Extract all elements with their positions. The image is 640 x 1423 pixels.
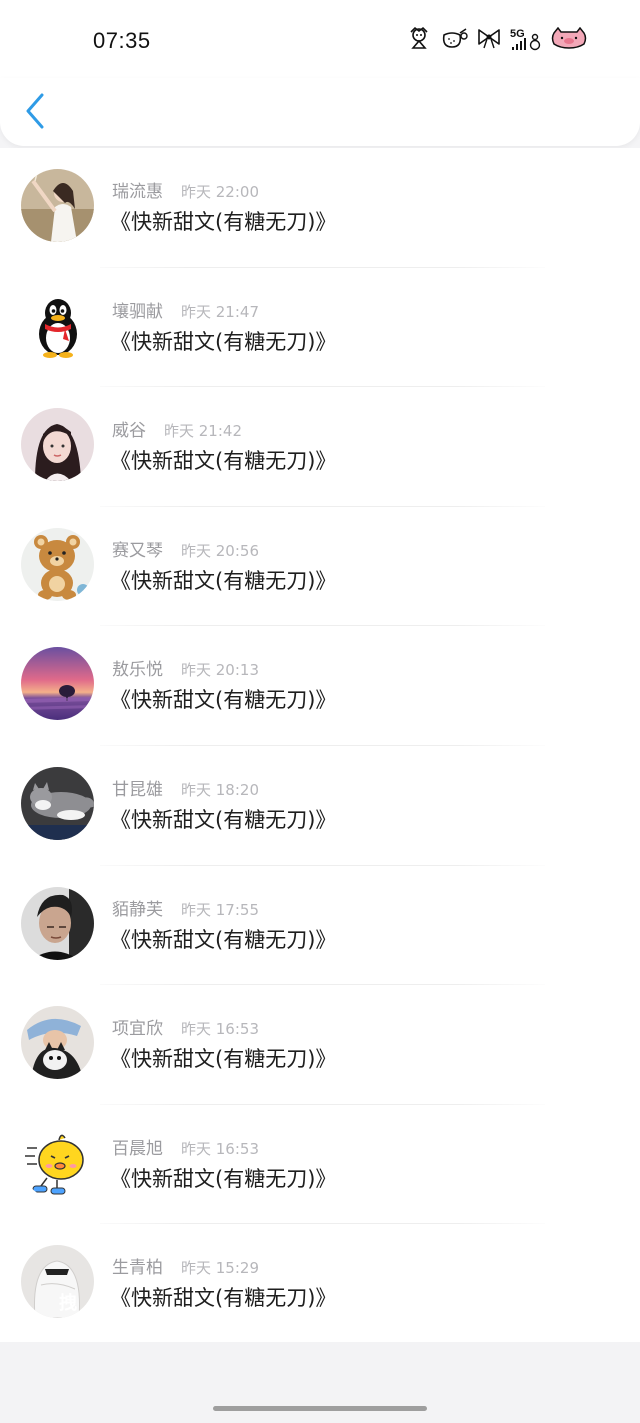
message-text: 《快新甜文(有糖无刀)》 — [110, 688, 337, 713]
message-row[interactable]: 瑞流惠 昨天 22:00 《快新甜文(有糖无刀)》 — [0, 148, 640, 268]
avatar-label: 拽 — [59, 1293, 77, 1315]
message-row[interactable]: 百晨旭 昨天 16:53 《快新甜文(有糖无刀)》 — [0, 1105, 640, 1225]
message-list: 瑞流惠 昨天 22:00 《快新甜文(有糖无刀)》 壤驷献 昨天 21:47 《… — [0, 148, 640, 1344]
sender-name: 瑞流惠 — [112, 182, 163, 202]
message-meta: 甘昆雄 昨天 18:20 — [112, 775, 259, 800]
message-row[interactable]: 壤驷献 昨天 21:47 《快新甜文(有糖无刀)》 — [0, 268, 640, 388]
avatar[interactable] — [21, 288, 94, 362]
message-text: 《快新甜文(有糖无刀)》 — [110, 210, 337, 234]
sender-name: 百晨旭 — [112, 1138, 163, 1159]
bow-sticker-icon — [476, 27, 502, 53]
status-icons: 5G — [406, 26, 588, 54]
sender-name: 貊静芙 — [112, 899, 163, 920]
message-text: 《快新甜文(有糖无刀)》 — [110, 1047, 337, 1072]
message-meta: 壤驷献 昨天 21:47 — [112, 297, 259, 322]
message-row[interactable]: 威谷 昨天 21:42 《快新甜文(有糖无刀)》 — [0, 387, 640, 507]
message-time: 昨天 16:53 — [181, 1139, 259, 1158]
message-text: 《快新甜文(有糖无刀)》 — [110, 329, 337, 354]
message-text: 《快新甜文(有糖无刀)》 — [110, 449, 337, 474]
message-row[interactable]: 项宜欣 昨天 16:53 《快新甜文(有糖无刀)》 — [0, 985, 640, 1105]
message-time: 昨天 21:47 — [181, 302, 259, 321]
message-meta: 瑞流惠 昨天 22:00 — [112, 177, 259, 202]
avatar[interactable]: 拽 — [21, 1245, 94, 1319]
strawberry-sticker-icon — [440, 27, 468, 53]
back-button[interactable] — [20, 92, 50, 132]
message-text: 《快新甜文(有糖无刀)》 — [110, 1286, 337, 1311]
message-row[interactable]: 拽 生青柏 昨天 15:29 《快新甜文(有糖无刀)》 — [0, 1224, 640, 1344]
message-meta: 百晨旭 昨天 16:53 — [112, 1134, 259, 1159]
message-row[interactable]: 赛又琴 昨天 20:56 《快新甜文(有糖无刀)》 — [0, 507, 640, 627]
nav-bar — [0, 78, 640, 146]
message-meta: 项宜欣 昨天 16:53 — [112, 1014, 259, 1039]
message-row[interactable]: 貊静芙 昨天 17:55 《快新甜文(有糖无刀)》 — [0, 866, 640, 986]
home-indicator[interactable] — [213, 1406, 427, 1411]
message-meta: 威谷 昨天 21:42 — [112, 416, 242, 441]
signal-5g-icon: 5G — [510, 28, 542, 52]
avatar[interactable] — [21, 169, 94, 242]
avatar[interactable] — [21, 408, 94, 482]
avatar[interactable] — [21, 647, 94, 721]
message-meta: 生青柏 昨天 15:29 — [112, 1253, 259, 1278]
message-time: 昨天 21:42 — [164, 422, 242, 441]
sender-name: 敖乐悦 — [112, 660, 163, 681]
message-row[interactable]: 甘昆雄 昨天 18:20 《快新甜文(有糖无刀)》 — [0, 746, 640, 866]
message-time: 昨天 15:29 — [181, 1259, 259, 1278]
status-time: 07:35 — [93, 28, 151, 53]
message-time: 昨天 17:55 — [181, 900, 259, 919]
chevron-left-icon — [26, 93, 44, 129]
sender-name: 赛又琴 — [112, 540, 163, 561]
sender-name: 壤驷献 — [112, 301, 163, 322]
message-meta: 貊静芙 昨天 17:55 — [112, 895, 259, 920]
avatar[interactable] — [21, 1006, 94, 1080]
message-meta: 敖乐悦 昨天 20:13 — [112, 655, 259, 680]
avatar[interactable] — [21, 527, 94, 601]
avatar[interactable] — [21, 886, 94, 960]
avatar[interactable] — [21, 1125, 94, 1199]
message-time: 昨天 20:13 — [181, 661, 259, 680]
sender-name: 甘昆雄 — [112, 779, 163, 800]
message-time: 昨天 20:56 — [181, 541, 259, 560]
avatar[interactable] — [21, 766, 94, 840]
message-meta: 赛又琴 昨天 20:56 — [112, 536, 259, 561]
message-text: 《快新甜文(有糖无刀)》 — [110, 807, 337, 832]
message-text: 《快新甜文(有糖无刀)》 — [110, 568, 337, 593]
message-text: 《快新甜文(有糖无刀)》 — [110, 1166, 337, 1191]
sender-name: 项宜欣 — [112, 1019, 163, 1040]
message-time: 昨天 16:53 — [181, 1020, 259, 1039]
sender-name: 威谷 — [112, 421, 146, 442]
message-time: 昨天 18:20 — [181, 780, 259, 799]
message-text: 《快新甜文(有糖无刀)》 — [110, 927, 337, 952]
status-bar: 07:35 5G — [0, 0, 640, 80]
cat-battery-icon — [550, 26, 588, 53]
girl-sticker-icon — [406, 26, 432, 54]
message-time: 昨天 22:00 — [181, 183, 259, 201]
sender-name: 生青柏 — [112, 1258, 163, 1279]
message-row[interactable]: 敖乐悦 昨天 20:13 《快新甜文(有糖无刀)》 — [0, 626, 640, 746]
